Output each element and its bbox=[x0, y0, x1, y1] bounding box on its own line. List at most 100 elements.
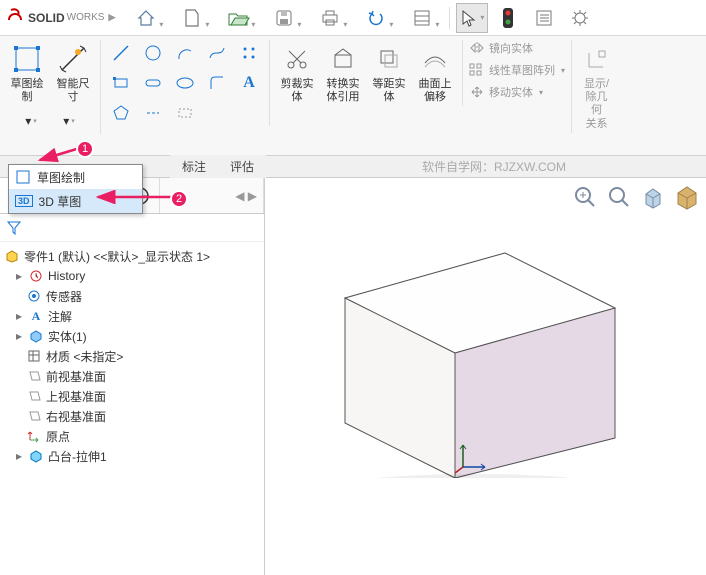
tree-history-label: History bbox=[48, 269, 85, 283]
construction-tool[interactable] bbox=[171, 100, 199, 126]
home-button[interactable] bbox=[125, 3, 167, 33]
circle-tool[interactable] bbox=[139, 40, 167, 66]
chevron-down-icon[interactable]: ▶ bbox=[108, 12, 115, 23]
undo-button[interactable] bbox=[355, 3, 397, 33]
move-label: 移动实体 bbox=[489, 84, 533, 100]
dropdown-2[interactable]: ▾ bbox=[55, 108, 83, 134]
expand-icon[interactable]: ▸ bbox=[14, 449, 24, 463]
offset-button[interactable]: 等距实 体 bbox=[368, 40, 410, 106]
new-button[interactable] bbox=[171, 3, 213, 33]
surface-offset-button[interactable]: 曲面上 偏移 bbox=[414, 40, 456, 106]
menu-item-3d-sketch-label: 3D 草图 bbox=[39, 193, 82, 210]
menu-item-sketch[interactable]: 草图绘制 bbox=[9, 165, 142, 189]
tree-extrude-label: 凸台-拉伸1 bbox=[48, 448, 107, 465]
tree-front-plane[interactable]: 前视基准面 bbox=[4, 366, 260, 386]
dropdown-1[interactable]: ▾ bbox=[17, 108, 45, 134]
transform-group: 镜向实体 线性草图阵列▾ 移动实体▾ bbox=[469, 40, 565, 100]
extrude-icon bbox=[28, 448, 44, 464]
tree-sensors-label: 传感器 bbox=[46, 288, 82, 305]
tab-annotate[interactable]: 标注 bbox=[170, 155, 218, 178]
polygon-tool[interactable] bbox=[107, 100, 135, 126]
graphics-viewport[interactable] bbox=[265, 178, 706, 575]
solid-icon bbox=[28, 328, 44, 344]
expand-icon[interactable]: ▸ bbox=[14, 309, 24, 323]
trim-button[interactable]: 剪裁实 体 bbox=[276, 40, 318, 106]
tab-evaluate[interactable]: 评估 bbox=[218, 155, 266, 178]
sketch-icon bbox=[10, 42, 44, 76]
main-area: ◀ ▶ 零件1 (默认) <<默认>_显示状态 1> ▸ History 传感器… bbox=[0, 178, 706, 575]
app-name-2: WORKS bbox=[67, 12, 105, 23]
open-button[interactable] bbox=[217, 3, 259, 33]
traffic-light-icon[interactable] bbox=[492, 3, 524, 33]
history-icon bbox=[28, 268, 44, 284]
options-button[interactable] bbox=[401, 3, 443, 33]
tree-origin[interactable]: 原点 bbox=[4, 426, 260, 446]
tree-top-label: 上视基准面 bbox=[46, 388, 106, 405]
spline-tool[interactable] bbox=[203, 40, 231, 66]
tree-material[interactable]: 材质 <未指定> bbox=[4, 346, 260, 366]
triad-icon bbox=[455, 435, 495, 475]
ribbon-toolbar: 草图绘 制 智能尺 寸 ▾ ▾ A bbox=[0, 36, 706, 156]
show-relations-button[interactable]: 显示/ 除几何 关系 bbox=[571, 40, 613, 133]
mirror-button[interactable]: 镜向实体 bbox=[469, 40, 565, 56]
origin-icon bbox=[26, 428, 42, 444]
sensors-icon bbox=[26, 288, 42, 304]
move-button[interactable]: 移动实体▾ bbox=[469, 84, 565, 100]
surface-offset-label: 曲面上 偏移 bbox=[419, 78, 452, 104]
app-name: SOLID bbox=[28, 11, 65, 25]
tree-origin-label: 原点 bbox=[46, 428, 70, 445]
expand-icon[interactable]: ▸ bbox=[14, 329, 24, 343]
centerline-tool[interactable] bbox=[139, 100, 167, 126]
tree-annotations-label: 注解 bbox=[48, 308, 72, 325]
filter-bar[interactable] bbox=[0, 214, 264, 242]
tree-sensors[interactable]: 传感器 bbox=[4, 286, 260, 306]
pattern-label: 线性草图阵列 bbox=[489, 62, 555, 78]
line-tool[interactable] bbox=[107, 40, 135, 66]
separator bbox=[449, 7, 450, 29]
tree-material-label: 材质 <未指定> bbox=[46, 348, 123, 365]
tree-right-label: 右视基准面 bbox=[46, 408, 106, 425]
convert-label: 转换实 体引用 bbox=[327, 78, 360, 104]
list-button[interactable] bbox=[528, 3, 560, 33]
sketch-2d-icon bbox=[15, 169, 31, 185]
save-button[interactable] bbox=[263, 3, 305, 33]
tree-root-label: 零件1 (默认) <<默认>_显示状态 1> bbox=[24, 248, 210, 265]
expand-icon[interactable]: ▸ bbox=[14, 269, 24, 283]
rectangle-tool[interactable] bbox=[107, 70, 135, 96]
sketch-label: 草图绘 制 bbox=[11, 78, 44, 104]
plane-icon bbox=[26, 368, 42, 384]
text-tool[interactable]: A bbox=[235, 70, 263, 96]
sketch-button[interactable]: 草图绘 制 bbox=[6, 40, 48, 106]
smart-dimension-button[interactable]: 智能尺 寸 bbox=[52, 40, 94, 106]
smart-dimension-label: 智能尺 寸 bbox=[57, 78, 90, 104]
annotation-arrow-2 bbox=[94, 190, 176, 204]
sketch-group: 草图绘 制 智能尺 寸 ▾ ▾ bbox=[6, 40, 101, 134]
pattern-button[interactable]: 线性草图阵列▾ bbox=[469, 62, 565, 78]
relations-label: 显示/ 除几何 关系 bbox=[582, 78, 611, 131]
tree-root[interactable]: 零件1 (默认) <<默认>_显示状态 1> bbox=[4, 246, 260, 266]
cursor-button[interactable]: ▾ bbox=[456, 3, 488, 33]
mirror-label: 镜向实体 bbox=[489, 40, 533, 56]
settings-button[interactable] bbox=[564, 3, 596, 33]
fillet-tool[interactable] bbox=[203, 70, 231, 96]
tree-history[interactable]: ▸ History bbox=[4, 266, 260, 286]
slot-tool[interactable] bbox=[139, 70, 167, 96]
tree-right-plane[interactable]: 右视基准面 bbox=[4, 406, 260, 426]
annotation-badge-2: 2 bbox=[170, 190, 188, 208]
print-button[interactable] bbox=[309, 3, 351, 33]
feature-tree: 零件1 (默认) <<默认>_显示状态 1> ▸ History 传感器 ▸ A… bbox=[0, 242, 264, 575]
tree-annotations[interactable]: ▸ A 注解 bbox=[4, 306, 260, 326]
point-tool[interactable] bbox=[235, 40, 263, 66]
convert-button[interactable]: 转换实 体引用 bbox=[322, 40, 364, 106]
plane-icon bbox=[26, 408, 42, 424]
display-style-icon[interactable] bbox=[674, 184, 700, 213]
ellipse-tool[interactable] bbox=[171, 70, 199, 96]
offset-icon bbox=[372, 42, 406, 76]
tree-extrude[interactable]: ▸ 凸台-拉伸1 bbox=[4, 446, 260, 466]
tree-top-plane[interactable]: 上视基准面 bbox=[4, 386, 260, 406]
annotations-icon: A bbox=[28, 308, 44, 324]
dimension-icon bbox=[56, 42, 90, 76]
part-icon bbox=[4, 248, 20, 264]
tree-solid[interactable]: ▸ 实体(1) bbox=[4, 326, 260, 346]
arc-tool[interactable] bbox=[171, 40, 199, 66]
